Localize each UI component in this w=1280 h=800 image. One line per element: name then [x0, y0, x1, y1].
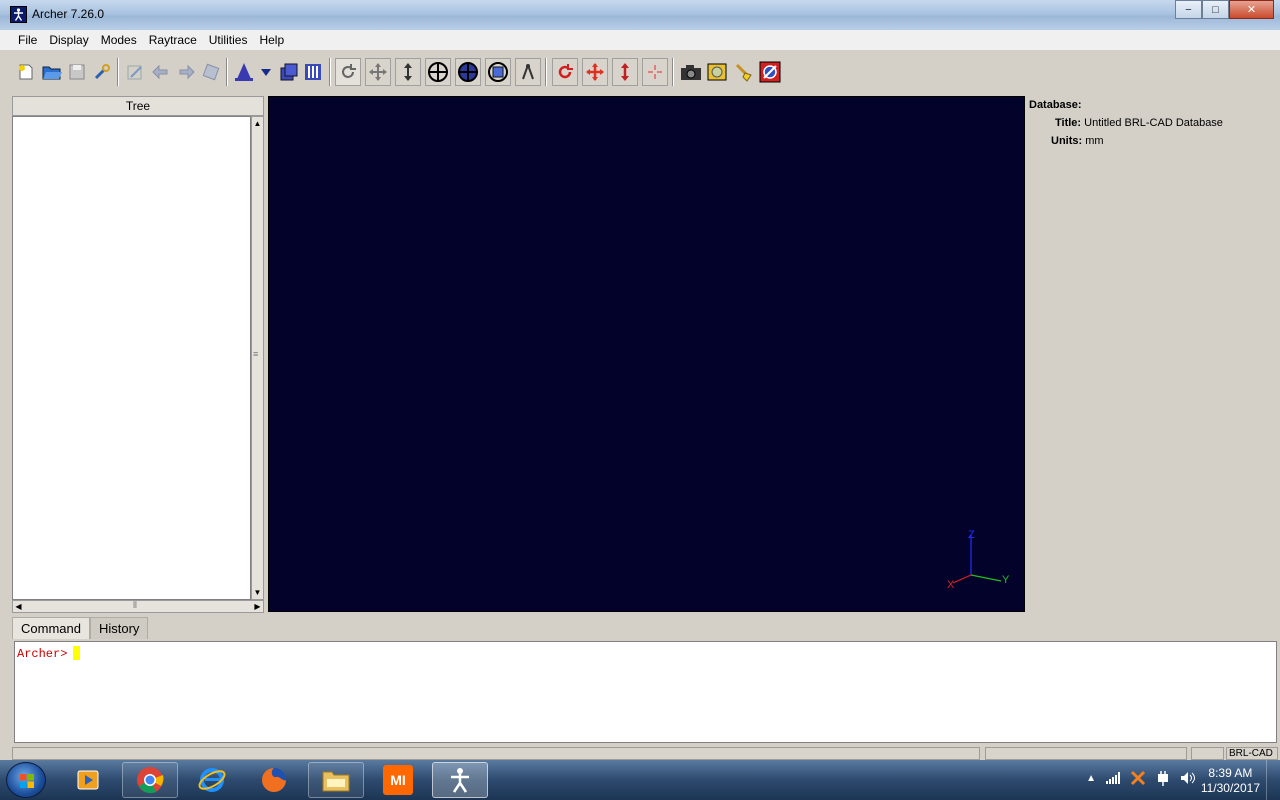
measure-icon[interactable] — [515, 58, 541, 86]
bottom-tabs: Command History — [12, 617, 149, 639]
redo-icon[interactable] — [173, 58, 199, 86]
translate-view-icon[interactable] — [365, 58, 391, 86]
cube-view-icon[interactable] — [485, 58, 511, 86]
menu-display[interactable]: Display — [43, 33, 94, 47]
command-console[interactable]: Archer> — [14, 641, 1277, 743]
clear-icon[interactable] — [731, 58, 757, 86]
windows-logo-icon — [20, 774, 34, 788]
wrench-icon[interactable] — [89, 58, 115, 86]
status-field-3 — [1191, 747, 1224, 760]
rotate-object-icon[interactable] — [552, 58, 578, 86]
layers-icon[interactable] — [276, 58, 302, 86]
archer-icon[interactable] — [432, 762, 488, 798]
center-object-icon[interactable] — [642, 58, 668, 86]
axes-indicator-icon: Z Y X — [947, 529, 1010, 591]
taskbar: MI ▲ 8:39 AM 11/30/2017 — [0, 760, 1280, 800]
scroll-left-icon[interactable]: ◀ — [13, 601, 24, 612]
power-plug-icon[interactable] — [1156, 770, 1170, 786]
show-desktop-button[interactable] — [1266, 760, 1280, 800]
menu-bar: File Display Modes Raytrace Utilities He… — [0, 30, 1280, 50]
database-heading: Database: — [1029, 99, 1082, 111]
maximize-button[interactable]: □ — [1202, 0, 1229, 19]
clock-date: 11/30/2017 — [1200, 781, 1260, 795]
tree-panel: Tree ▲ ≡ ▼ ◀ ⦀ ▶ — [12, 96, 264, 614]
show-hidden-icons-icon[interactable]: ▲ — [1086, 773, 1096, 784]
media-player-icon[interactable] — [60, 762, 116, 798]
tab-history[interactable]: History — [89, 617, 149, 639]
axis-x-label: X — [947, 579, 955, 591]
units-label: Units: — [1051, 135, 1083, 147]
graphics-viewport[interactable]: Z Y X — [268, 96, 1025, 612]
units-value: mm — [1085, 135, 1104, 147]
rotate-view-icon[interactable] — [335, 58, 361, 86]
internet-explorer-icon[interactable] — [184, 762, 240, 798]
status-bar: BRL-CAD — [0, 746, 1280, 760]
center-view-icon[interactable] — [425, 58, 451, 86]
text-cursor — [73, 646, 81, 660]
wizard-icon[interactable] — [231, 58, 257, 86]
title-row: Title: Untitled BRL-CAD Database — [1055, 117, 1223, 129]
properties-panel: Database: Title: Untitled BRL-CAD Databa… — [1026, 96, 1280, 612]
tab-command[interactable]: Command — [12, 617, 90, 639]
menu-utilities[interactable]: Utilities — [203, 33, 254, 47]
tree-horizontal-scrollbar[interactable]: ◀ ⦀ ▶ — [12, 600, 264, 613]
tool-icon[interactable] — [198, 58, 224, 86]
scroll-right-icon[interactable]: ▶ — [252, 601, 263, 612]
chrome-icon[interactable] — [122, 762, 178, 798]
scroll-down-icon[interactable]: ▼ — [252, 587, 263, 598]
tree-header: Tree — [12, 96, 264, 116]
start-button[interactable] — [6, 762, 46, 798]
camera-icon[interactable] — [678, 58, 704, 86]
dropdown-icon[interactable] — [256, 58, 276, 86]
archer-app-icon — [10, 6, 27, 23]
close-button[interactable]: ✕ — [1229, 0, 1274, 19]
system-tray: ▲ — [1086, 770, 1196, 786]
title-label: Title: — [1055, 117, 1082, 129]
axis-z-label: Z — [968, 529, 975, 541]
title-bar: Archer 7.26.0 − □ ✕ — [0, 0, 1280, 30]
globe-view-icon[interactable] — [455, 58, 481, 86]
edit-icon[interactable] — [122, 58, 148, 86]
menu-raytrace[interactable]: Raytrace — [143, 33, 203, 47]
mi-icon[interactable]: MI — [370, 762, 426, 798]
app-tray-icon[interactable] — [1130, 770, 1146, 786]
command-prompt: Archer> — [17, 647, 68, 661]
speaker-volume-icon[interactable] — [1180, 771, 1196, 785]
network-signal-icon[interactable] — [1106, 772, 1120, 784]
scroll-grip-icon: ≡ — [253, 349, 259, 359]
open-folder-icon[interactable] — [39, 58, 65, 86]
scale-object-icon[interactable] — [612, 58, 638, 86]
translate-object-icon[interactable] — [582, 58, 608, 86]
clock-time: 8:39 AM — [1208, 766, 1253, 780]
window-title: Archer 7.26.0 — [32, 7, 105, 21]
tree-vertical-scrollbar[interactable]: ▲ ≡ ▼ — [251, 116, 264, 600]
minimize-button[interactable]: − — [1175, 0, 1202, 19]
status-message — [12, 747, 980, 760]
firefox-icon[interactable] — [246, 762, 302, 798]
file-explorer-icon[interactable] — [308, 762, 364, 798]
render-icon[interactable] — [704, 58, 730, 86]
menu-modes[interactable]: Modes — [95, 33, 143, 47]
scale-view-icon[interactable] — [395, 58, 421, 86]
no-entry-icon[interactable] — [757, 58, 783, 86]
toolbar — [0, 52, 1280, 92]
new-file-icon[interactable] — [13, 58, 39, 86]
scroll-up-icon[interactable]: ▲ — [252, 118, 263, 129]
mi-label: MI — [383, 765, 413, 795]
title-value: Untitled BRL-CAD Database — [1084, 117, 1223, 129]
status-brlcad: BRL-CAD — [1226, 747, 1278, 760]
undo-icon[interactable] — [148, 58, 174, 86]
units-row: Units: mm — [1051, 135, 1104, 147]
axis-y-label: Y — [1002, 574, 1010, 586]
menu-file[interactable]: File — [12, 33, 43, 47]
menu-help[interactable]: Help — [253, 33, 290, 47]
grid-icon[interactable] — [300, 58, 326, 86]
system-clock[interactable]: 8:39 AM 11/30/2017 — [1201, 766, 1260, 796]
save-icon[interactable] — [64, 58, 90, 86]
scroll-grip-icon: ⦀ — [133, 600, 137, 610]
tree-view[interactable] — [12, 116, 251, 600]
status-field-2 — [985, 747, 1187, 760]
